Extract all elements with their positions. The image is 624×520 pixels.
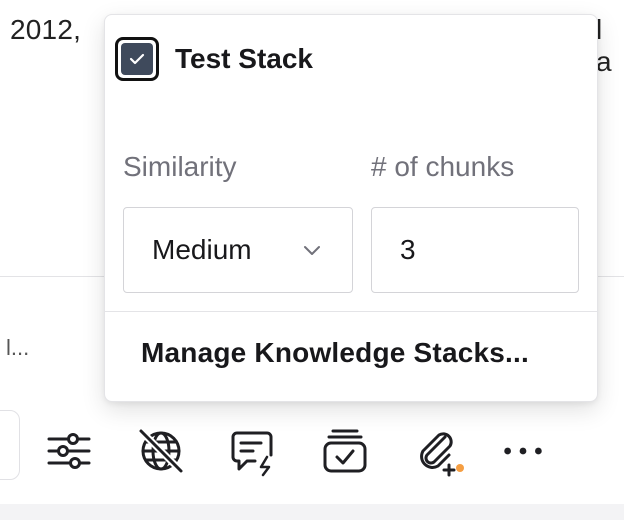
chunks-value: 3 bbox=[400, 234, 416, 265]
globe-off-icon bbox=[137, 427, 185, 475]
composer-toolbar bbox=[38, 420, 548, 482]
checkmark-icon bbox=[129, 53, 145, 65]
stack-label: Test Stack bbox=[175, 43, 313, 74]
notification-dot bbox=[456, 464, 464, 472]
chevron-down-icon bbox=[304, 246, 320, 255]
similarity-value: Medium bbox=[152, 234, 252, 265]
prompt-button[interactable] bbox=[222, 420, 284, 482]
more-button[interactable] bbox=[498, 420, 548, 482]
knowledge-stack-popover: Test Stack Similarity # of chunks Medium… bbox=[104, 14, 598, 402]
stack-checkbox[interactable] bbox=[115, 37, 159, 81]
bottom-strip bbox=[0, 504, 624, 520]
settings-button[interactable] bbox=[38, 420, 100, 482]
manage-knowledge-stacks-link[interactable]: Manage Knowledge Stacks... bbox=[141, 337, 529, 369]
sliders-icon bbox=[47, 433, 91, 469]
more-icon bbox=[504, 447, 542, 455]
background-text: 2012, bbox=[10, 14, 82, 45]
background-truncated-text: l... bbox=[6, 335, 30, 360]
knowledge-stack-button[interactable] bbox=[314, 420, 376, 482]
checkbox-fill bbox=[121, 43, 153, 75]
attach-button[interactable] bbox=[406, 420, 468, 482]
chunks-input[interactable]: 3 bbox=[371, 207, 579, 293]
background-text-right: l a bbox=[596, 14, 612, 77]
similarity-select[interactable]: Medium bbox=[123, 207, 353, 293]
popover-divider bbox=[105, 311, 597, 312]
similarity-label: Similarity bbox=[123, 151, 237, 182]
web-search-button[interactable] bbox=[130, 420, 192, 482]
chunks-label: # of chunks bbox=[371, 151, 515, 182]
composer-input-edge[interactable] bbox=[0, 410, 20, 480]
stack-option-test-stack[interactable]: Test Stack bbox=[115, 37, 313, 81]
chat-flash-icon bbox=[231, 431, 273, 477]
stack-check-icon bbox=[323, 429, 367, 473]
